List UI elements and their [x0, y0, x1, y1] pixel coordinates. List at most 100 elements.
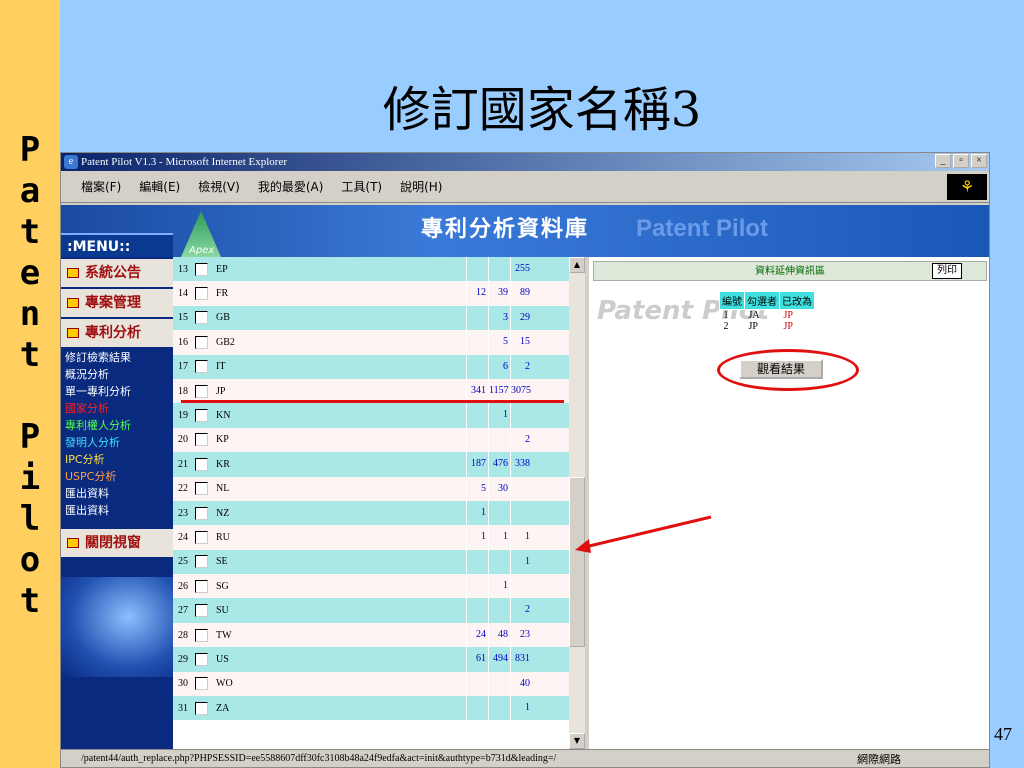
menu-label: :MENU:: — [61, 233, 173, 257]
maximize-button[interactable]: ▫ — [953, 154, 969, 168]
row-checkbox[interactable] — [195, 604, 208, 618]
count-c — [510, 500, 532, 526]
count-c: 89 — [510, 281, 532, 306]
count-a — [466, 671, 488, 697]
count-c — [510, 476, 532, 501]
view-results-button[interactable]: 觀看結果 — [739, 359, 823, 379]
count-a — [466, 427, 488, 453]
country-code: KP — [216, 434, 229, 446]
nav-project[interactable]: 專案管理 — [61, 289, 173, 317]
sidebar-letter: o — [19, 540, 41, 580]
row-checkbox[interactable] — [195, 506, 208, 520]
nav-subitem[interactable]: 概況分析 — [61, 366, 173, 383]
folder-icon — [67, 328, 79, 338]
nav-subitem[interactable]: USPC分析 — [61, 468, 173, 485]
highlight-underline — [181, 400, 564, 403]
count-b — [488, 500, 510, 526]
menu-tools[interactable]: 工具(T) — [341, 178, 382, 195]
apex-logo: Apex — [181, 211, 221, 257]
row-checkbox[interactable] — [195, 335, 208, 349]
row-checkbox[interactable] — [195, 360, 208, 374]
nav-close-window[interactable]: 關閉視窗 — [61, 529, 173, 557]
count-b — [488, 598, 510, 623]
row-checkbox[interactable] — [195, 652, 208, 666]
country-code: JP — [216, 385, 226, 397]
row-checkbox[interactable] — [195, 628, 208, 642]
count-c: 23 — [510, 622, 532, 648]
scroll-up-icon[interactable]: ▲ — [569, 257, 585, 273]
count-a: 1 — [466, 525, 488, 550]
row-checkbox[interactable] — [195, 433, 208, 447]
count-c: 1 — [510, 696, 532, 721]
nav-subitem[interactable]: IPC分析 — [61, 451, 173, 468]
row-checkbox[interactable] — [195, 677, 208, 691]
close-button[interactable]: × — [971, 154, 987, 168]
status-zone: 網際網路 — [857, 754, 901, 766]
row-checkbox[interactable] — [195, 287, 208, 301]
count-c — [510, 574, 532, 599]
page-number: 47 — [994, 724, 1012, 744]
row-checkbox[interactable] — [195, 457, 208, 471]
nav-subitem[interactable]: 專利權人分析 — [61, 417, 173, 434]
count-a — [466, 305, 488, 331]
count-b: 39 — [488, 281, 510, 306]
row-checkbox[interactable] — [195, 482, 208, 496]
table-row: 1 JA JP — [720, 310, 815, 321]
count-b: 1 — [488, 574, 510, 599]
menu-favorites[interactable]: 我的最愛(A) — [258, 178, 324, 195]
menu-view[interactable]: 檢視(V) — [198, 178, 240, 195]
row-checkbox[interactable] — [195, 409, 208, 423]
row-index: 22 — [178, 483, 188, 495]
col-header: 勾選者 — [744, 291, 780, 310]
country-code: US — [216, 653, 229, 665]
row-checkbox[interactable] — [195, 530, 208, 544]
menu-edit[interactable]: 編輯(E) — [139, 178, 180, 195]
row-index: 27 — [178, 605, 188, 617]
row-index: 28 — [178, 629, 188, 641]
sidebar-letter: a — [19, 171, 41, 211]
count-c: 831 — [510, 647, 532, 672]
scroll-down-icon[interactable]: ▼ — [569, 733, 585, 749]
vertical-scrollbar[interactable]: ▲ ▼ — [569, 257, 585, 749]
nav-subitem[interactable]: 單一專利分析 — [61, 383, 173, 400]
count-b: 5 — [488, 330, 510, 355]
row-checkbox[interactable] — [195, 262, 208, 276]
row-checkbox[interactable] — [195, 579, 208, 593]
app-banner: :MENU:: Apex 專利分析資料庫 Patent Pilot — [61, 205, 989, 257]
minimize-button[interactable]: _ — [935, 154, 951, 168]
table-row: 26 SG 1 — [173, 574, 569, 599]
row-checkbox[interactable] — [195, 701, 208, 715]
nav-announcement[interactable]: 系統公告 — [61, 259, 173, 287]
count-c — [510, 403, 532, 428]
nav-subitem[interactable]: 發明人分析 — [61, 434, 173, 451]
row-index: 14 — [178, 288, 188, 300]
col-header: 編號 — [719, 291, 745, 310]
country-code: ZA — [216, 702, 230, 714]
nav-subitem[interactable]: 修訂檢索結果 — [61, 349, 173, 366]
row-checkbox[interactable] — [195, 384, 208, 398]
count-a: 5 — [466, 476, 488, 501]
row-checkbox[interactable] — [195, 555, 208, 569]
row-checkbox[interactable] — [195, 311, 208, 325]
print-button[interactable]: 列印 — [932, 263, 962, 279]
sidebar-letter: e — [19, 253, 41, 293]
status-bar: /patent44/auth_replace.php?PHPSESSID=ee5… — [61, 749, 989, 767]
table-row: 29 US 61 494 831 — [173, 647, 569, 672]
row-index: 21 — [178, 458, 188, 470]
menu-file[interactable]: 檔案(F) — [81, 178, 121, 195]
browser-window: e Patent Pilot V1.3 - Microsoft Internet… — [60, 152, 990, 768]
nav-subitem[interactable]: 匯出資料 — [61, 485, 173, 502]
count-c: 1 — [510, 549, 532, 575]
cell: JA — [748, 310, 760, 321]
nav-analysis[interactable]: 專利分析 — [61, 319, 173, 347]
table-row: 31 ZA 1 — [173, 696, 569, 721]
row-index: 26 — [178, 580, 188, 592]
table-row: 25 SE 1 — [173, 549, 569, 575]
nav-subitem[interactable]: 匯出資料 — [61, 502, 173, 519]
count-a: 24 — [466, 622, 488, 648]
nav-subitem[interactable]: 國家分析 — [61, 400, 173, 417]
count-b — [488, 427, 510, 453]
country-code: IT — [216, 361, 226, 373]
row-index: 30 — [178, 678, 188, 690]
menu-help[interactable]: 說明(H) — [400, 178, 442, 195]
